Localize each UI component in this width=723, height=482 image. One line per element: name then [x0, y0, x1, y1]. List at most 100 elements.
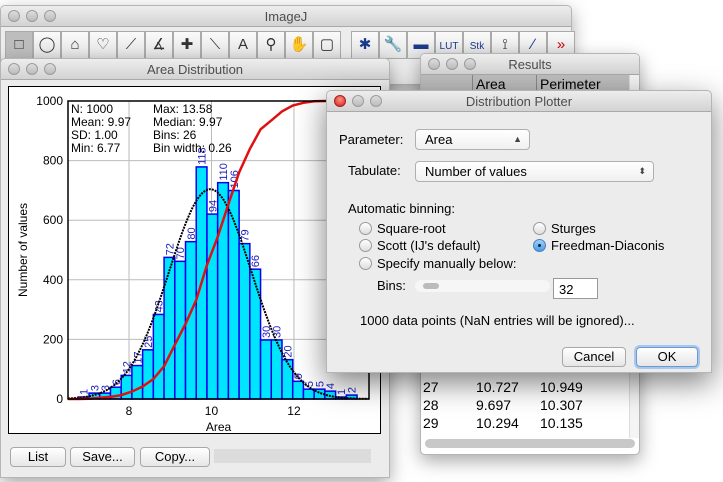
radio-button[interactable] — [359, 257, 372, 270]
tabulate-label: Tabulate: — [348, 163, 401, 178]
radio-scott[interactable]: Scott (IJ's default) — [359, 238, 481, 253]
zoom-button[interactable] — [464, 58, 476, 70]
minimize-button[interactable] — [352, 95, 364, 107]
histogram-bar — [174, 260, 187, 400]
copy-button[interactable]: Copy... — [140, 447, 210, 467]
results-title-bar[interactable]: Results — [421, 54, 639, 75]
bins-slider[interactable] — [415, 280, 550, 292]
window-controls — [334, 95, 382, 107]
dialog-title: Distribution Plotter — [465, 94, 573, 109]
zoom-button[interactable] — [44, 63, 56, 75]
results-horizontal-scrollbar[interactable] — [425, 439, 635, 448]
table-row[interactable]: 28 9.697 10.307 — [421, 397, 631, 415]
radio-freedman-diaconis[interactable]: Freedman-Diaconis — [533, 238, 664, 253]
stat-text: Bin width: 0.26 — [153, 141, 232, 155]
stat-text: N: 1000 — [71, 102, 113, 116]
dialog-title-bar[interactable]: Distribution Plotter — [327, 91, 711, 112]
bins-input[interactable]: 32 — [553, 278, 598, 299]
close-button[interactable] — [8, 63, 20, 75]
angle-tool[interactable]: ∡ — [145, 31, 173, 59]
radio-label: Sturges — [551, 221, 596, 236]
polygon-tool[interactable]: ⌂ — [61, 31, 89, 59]
histogram-bar — [259, 339, 273, 400]
stat-text: Median: 9.97 — [153, 115, 223, 129]
table-cell: 29 — [423, 415, 439, 431]
histogram-bar — [163, 256, 176, 400]
radio-button-selected[interactable] — [533, 239, 546, 252]
minimize-button[interactable] — [446, 58, 458, 70]
radio-button[interactable] — [359, 239, 372, 252]
hand-icon: ✋ — [289, 36, 309, 53]
line-tool[interactable]: ⟋ — [117, 31, 145, 59]
minimize-button[interactable] — [26, 63, 38, 75]
save-button[interactable]: Save... — [70, 447, 135, 467]
radio-label: Scott (IJ's default) — [377, 238, 481, 253]
freehand-tool[interactable]: ♡ — [89, 31, 117, 59]
parameter-select[interactable]: Area ▲ — [415, 129, 530, 150]
y-tick-label: 600 — [43, 213, 63, 227]
area-distribution-title-bar[interactable]: Area Distribution — [1, 59, 389, 80]
stat-text: Mean: 9.97 — [71, 115, 131, 129]
x-tick-label: 8 — [126, 404, 133, 418]
results-title: Results — [508, 57, 552, 72]
histogram-bar — [131, 364, 144, 400]
close-button[interactable] — [334, 95, 346, 107]
histogram-bar — [141, 349, 155, 400]
area-distribution-title: Area Distribution — [146, 62, 244, 77]
wand-tool[interactable]: ⟍ — [201, 31, 229, 59]
close-button[interactable] — [428, 58, 440, 70]
text-tool[interactable]: A — [229, 31, 257, 59]
wrench-icon: 🔧 — [383, 36, 403, 53]
magnifier-tool[interactable]: ⚲ — [257, 31, 285, 59]
magnifier-icon: ⚲ — [265, 36, 277, 53]
x-axis-label: Area — [206, 420, 232, 434]
zoom-button[interactable] — [44, 10, 56, 22]
zoom-button[interactable] — [370, 95, 382, 107]
polygon-icon: ⌂ — [70, 36, 80, 53]
rectangle-tool[interactable]: □ — [5, 31, 33, 59]
table-row[interactable]: 29 10.294 10.135 — [421, 415, 631, 433]
tabulate-select[interactable]: Number of values ⬍ — [415, 161, 654, 182]
radio-button[interactable] — [533, 222, 546, 235]
list-button[interactable]: List — [10, 447, 66, 467]
y-tick-label: 400 — [43, 273, 63, 287]
radio-button[interactable] — [359, 222, 372, 235]
bar-count-label: 79 — [239, 229, 251, 241]
close-button[interactable] — [8, 10, 20, 22]
table-row[interactable]: 27 10.727 10.949 — [421, 379, 631, 397]
bar-count-label: 66 — [250, 255, 262, 267]
table-cell: 10.307 — [540, 397, 583, 413]
oval-icon: ◯ — [38, 36, 56, 53]
radio-square-root[interactable]: Square-root — [359, 221, 446, 236]
histogram-bar — [281, 358, 294, 400]
ok-button[interactable]: OK — [636, 347, 698, 367]
freehand-icon: ♡ — [96, 36, 110, 53]
wrench-tool[interactable]: 🔧 — [379, 31, 407, 59]
imagej-title: ImageJ — [264, 9, 308, 24]
point-tool[interactable]: ✚ — [173, 31, 201, 59]
info-text: 1000 data points (NaN entries will be ig… — [360, 313, 635, 328]
stat-text: Max: 13.58 — [153, 102, 213, 116]
stat-text: Min: 6.77 — [71, 141, 121, 155]
text-icon: A — [237, 36, 248, 53]
oval-tool[interactable]: ◯ — [33, 31, 61, 59]
radio-sturges[interactable]: Sturges — [533, 221, 596, 236]
binning-label: Automatic binning: — [348, 201, 455, 216]
brush-icon: ∕ — [531, 36, 535, 53]
window-controls — [8, 10, 56, 22]
hand-tool[interactable]: ✋ — [285, 31, 313, 59]
slider-thumb[interactable] — [423, 283, 439, 289]
minimize-button[interactable] — [26, 10, 38, 22]
histogram-bar — [302, 388, 315, 400]
cancel-button[interactable]: Cancel — [562, 347, 626, 367]
y-tick-label: 200 — [43, 332, 63, 346]
parameter-label: Parameter: — [339, 132, 404, 147]
select-arrows-icon: ▲ — [513, 134, 522, 144]
table-cell: 10.294 — [476, 415, 519, 431]
table-cell: 10.135 — [540, 415, 583, 431]
radio-label: Square-root — [377, 221, 446, 236]
color-picker-tool[interactable]: ▢ — [313, 31, 341, 59]
imagej-title-bar[interactable]: ImageJ — [1, 6, 571, 27]
gear-tool[interactable]: ✱ — [351, 31, 379, 59]
radio-specify-manually[interactable]: Specify manually below: — [359, 256, 516, 271]
